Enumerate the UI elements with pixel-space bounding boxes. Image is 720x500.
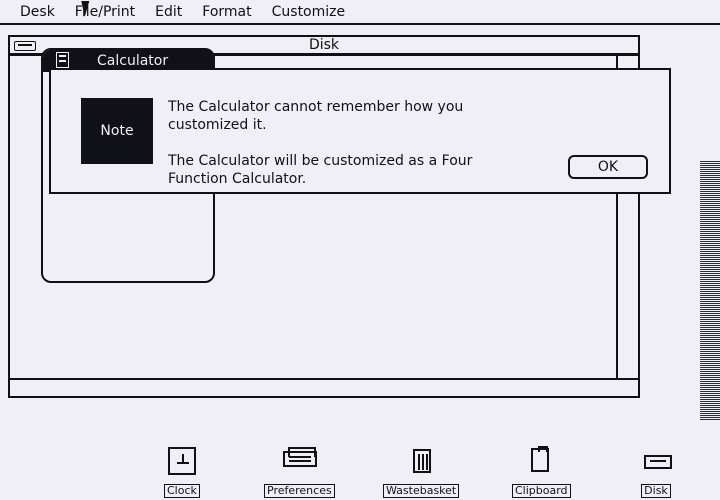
customize-note-dialog: Note The Calculator cannot remember how … [49, 68, 671, 194]
menu-bar: Desk File/Print Edit Format Customize [0, 0, 720, 25]
ok-button[interactable]: OK [568, 155, 648, 179]
wastebasket-icon [405, 445, 437, 477]
clock-icon [166, 445, 198, 477]
menu-customize[interactable]: Customize [272, 4, 358, 20]
dock-preferences-label: Preferences [264, 484, 335, 498]
dock-clipboard[interactable]: Clipboard [512, 445, 571, 498]
calculator-icon [56, 52, 69, 68]
menu-edit[interactable]: Edit [155, 4, 194, 20]
dialog-message-line-2: The Calculator will be customized as a F… [168, 153, 473, 187]
dock-clock-label: Clock [164, 484, 200, 498]
dock-disk-label: Disk [641, 484, 671, 498]
calculator-title: Calculator [97, 53, 169, 69]
dock-clipboard-label: Clipboard [512, 484, 571, 498]
dock-wastebasket-label: Wastebasket [383, 484, 460, 498]
dock-disk[interactable]: Disk [640, 445, 672, 498]
dialog-message: The Calculator cannot remember how you c… [168, 98, 528, 206]
dock-clock[interactable]: Clock [164, 445, 200, 498]
preferences-icon [283, 445, 318, 477]
menu-format[interactable]: Format [202, 4, 263, 20]
dock-preferences[interactable]: Preferences [264, 445, 335, 498]
dialog-message-line-1: The Calculator cannot remember how you c… [168, 99, 464, 133]
menu-desk[interactable]: Desk [20, 4, 67, 20]
disk-window-title: Disk [308, 37, 340, 53]
disk-drive-icon [14, 41, 36, 51]
dock-wastebasket[interactable]: Wastebasket [383, 445, 460, 498]
disk-window-bottom-bar [10, 378, 638, 396]
clipboard-icon [525, 445, 557, 477]
disk-icon [640, 445, 672, 477]
note-badge: Note [81, 98, 153, 164]
desktop-dither [700, 160, 720, 420]
